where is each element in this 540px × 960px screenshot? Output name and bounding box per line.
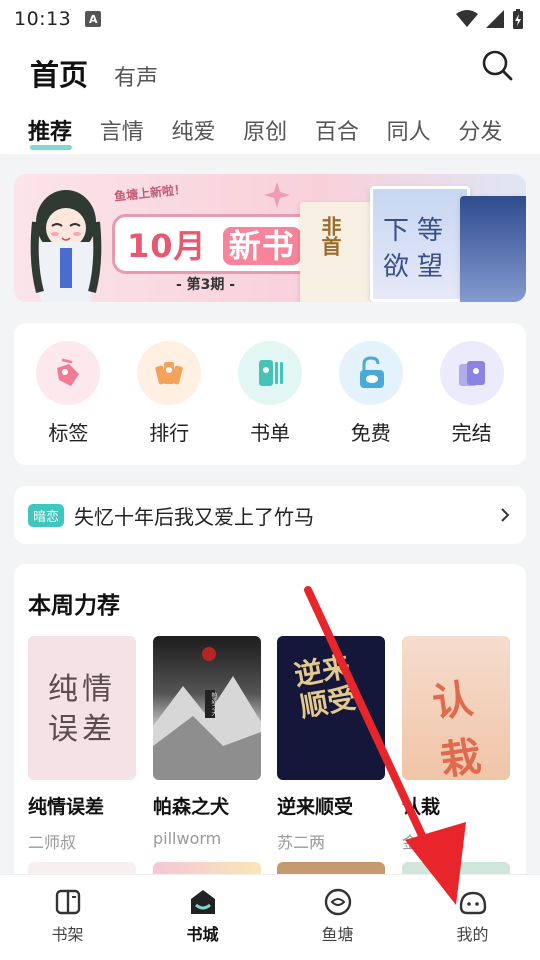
quick-entry-label: 免费 [350, 421, 391, 445]
completed-icon [439, 341, 504, 405]
banner-headline-text: 新书 [222, 227, 301, 265]
book-author: 苏二两 [277, 833, 326, 852]
book-cover-title: 帕森之犬 [210, 692, 217, 716]
book-cover: 纯情误差 [28, 636, 136, 780]
book-author: 二师叔 [28, 833, 77, 852]
banner-book-title: 非首 [318, 216, 342, 256]
nav-bookstore[interactable]: 书城 [135, 875, 270, 960]
book-title: 帕森之犬 [153, 796, 230, 818]
banner-book-cover: 下等欲望 [370, 186, 470, 302]
book-title: 纯情误差 [28, 796, 105, 818]
tab-category[interactable]: 推荐 [28, 114, 100, 150]
banner[interactable]: 鱼塘上新啦！ 10月 新书 - 第3期 - 非首 下等欲望 [14, 174, 526, 302]
signal-icon [486, 10, 504, 28]
recommend-notice[interactable]: 暗恋 失忆十年后我又爱上了竹马 [14, 486, 526, 544]
free-icon [338, 341, 403, 405]
book-card[interactable]: 帕森之犬 帕森之犬 pillworm [153, 636, 261, 848]
quick-entry-label: 完结 [451, 421, 492, 445]
section-title: 本周力荐 [28, 593, 120, 619]
book-author: 金 [402, 833, 419, 852]
wifi-icon [456, 10, 478, 27]
chevron-right-icon [501, 508, 510, 522]
banner-book-cover: 非首 [300, 202, 376, 302]
header: 首页 有声 推荐 言情 纯爱 原创 百合 同人 分发 [0, 38, 540, 154]
category-tabs: 推荐 言情 纯爱 原创 百合 同人 分发 [28, 114, 530, 150]
book-cover: 逆来顺受 [277, 636, 385, 780]
quick-entry-label: 书单 [249, 421, 290, 445]
book-cover-title: 逆来顺受 [291, 649, 359, 724]
fishpond-icon [324, 888, 351, 916]
weekly-picks-section: 本周力荐 纯情误差 纯情误差 二师叔 帕森之犬 帕森之犬 pillworm 逆来… [14, 564, 526, 884]
quick-entry-2[interactable]: 书单 [225, 323, 315, 465]
quick-entry-1[interactable]: 排行 [124, 323, 214, 465]
quick-entry-label: 标签 [48, 421, 89, 445]
nav-label: 鱼塘 [321, 925, 354, 944]
book-title: 认栽 [402, 796, 441, 818]
nav-profile[interactable]: 我的 [405, 875, 540, 960]
status-time: 10:13 [14, 8, 72, 30]
tab-category[interactable]: 分发 [458, 114, 530, 146]
book-cover-title: 认栽 [429, 676, 484, 780]
status-icons [456, 9, 524, 29]
quick-entry-4[interactable]: 完结 [427, 323, 517, 465]
search-icon[interactable] [480, 48, 514, 82]
tab-audio[interactable]: 有声 [114, 60, 158, 92]
sparkle-icon [264, 182, 290, 208]
tab-category[interactable]: 同人 [387, 114, 459, 146]
quick-entry-3[interactable]: 免费 [326, 323, 416, 465]
book-cover: 帕森之犬 [153, 636, 261, 780]
banner-book-cover [460, 196, 526, 302]
quick-entry-0[interactable]: 标签 [23, 323, 113, 465]
book-title: 逆来顺受 [277, 796, 354, 818]
nav-label: 我的 [456, 925, 489, 944]
notification-icon: A [85, 11, 102, 27]
banner-headline: 10月 新书 [112, 214, 316, 274]
profile-icon [459, 891, 486, 915]
book-card[interactable]: 逆来顺受 逆来顺受 苏二两 [277, 636, 385, 853]
status-bar: 10:13 A [0, 0, 540, 38]
notice-badge: 暗恋 [28, 503, 65, 527]
tab-category[interactable]: 纯爱 [171, 114, 243, 146]
bookshelf-icon [55, 889, 80, 915]
book-card[interactable]: 认栽 认栽 金 [402, 636, 510, 853]
tab-category[interactable]: 百合 [315, 114, 387, 146]
book-author: pillworm [153, 829, 222, 848]
banner-book-title: 下等欲望 [383, 216, 452, 282]
banner-issue: - 第3期 - [176, 277, 236, 293]
book-cover-art [153, 647, 261, 780]
book-cover-title: 纯情误差 [48, 672, 116, 747]
ranking-icon [137, 341, 202, 405]
book-card[interactable]: 纯情误差 纯情误差 二师叔 [28, 636, 136, 853]
nav-bookshelf[interactable]: 书架 [0, 875, 135, 960]
tab-home[interactable]: 首页 [30, 52, 88, 94]
nav-label: 书城 [186, 925, 219, 944]
tab-category[interactable]: 原创 [243, 114, 315, 146]
nav-fishpond[interactable]: 鱼塘 [270, 875, 405, 960]
banner-month: 10月 [127, 227, 207, 265]
tab-category[interactable]: 言情 [100, 114, 172, 146]
mascot-illustration [30, 190, 102, 302]
banner-caption: 鱼塘上新啦！ [113, 182, 187, 204]
notice-text: 失忆十年后我又爱上了竹马 [74, 504, 315, 529]
quick-entry-card: 标签 排行 书单 免费 完结 [14, 323, 526, 465]
nav-label: 书架 [51, 925, 84, 944]
quick-entry-label: 排行 [149, 421, 190, 445]
title-row: 首页 有声 [30, 52, 510, 92]
tag-icon [36, 341, 101, 405]
bookstore-icon [190, 890, 215, 914]
battery-icon [513, 9, 523, 29]
booklist-icon [237, 341, 302, 405]
book-cover: 认栽 [402, 636, 510, 780]
bottom-nav: 书架 书城 鱼塘 我的 [0, 874, 540, 960]
